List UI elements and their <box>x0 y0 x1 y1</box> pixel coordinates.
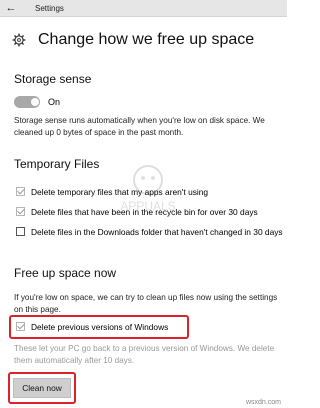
checkbox-label: Delete files in the Downloads folder tha… <box>31 227 283 237</box>
checkbox[interactable] <box>16 227 25 236</box>
checkbox[interactable] <box>16 207 25 216</box>
gear-icon <box>12 33 26 47</box>
temporary-files-heading: Temporary Files <box>14 157 100 171</box>
storage-sense-description: Storage sense runs automatically when yo… <box>14 116 265 137</box>
previous-versions-note: These let your PC go back to a previous … <box>14 344 275 365</box>
free-up-space-heading: Free up space now <box>14 266 117 280</box>
page-title: Change how we free up space <box>38 31 255 48</box>
title-bar: ← Settings <box>0 0 287 17</box>
storage-sense-heading: Storage sense <box>14 72 92 86</box>
free-up-space-description: If you're low on space, we can try to cl… <box>14 293 278 314</box>
checkbox[interactable] <box>16 187 25 196</box>
storage-sense-toggle[interactable] <box>14 96 40 108</box>
watermark-logo: APPUALS <box>120 165 176 213</box>
toggle-state-label: On <box>48 97 61 107</box>
clean-now-button[interactable]: Clean now <box>13 378 71 398</box>
window-title: Settings <box>35 4 64 13</box>
checkbox-label: Delete previous versions of Windows <box>31 322 169 332</box>
back-arrow-icon[interactable]: ← <box>0 0 22 16</box>
watermark-site: wsxdn.com <box>245 399 281 406</box>
toggle-knob <box>31 98 39 106</box>
checkbox[interactable] <box>16 322 25 331</box>
svg-text:APPUALS: APPUALS <box>120 199 175 213</box>
